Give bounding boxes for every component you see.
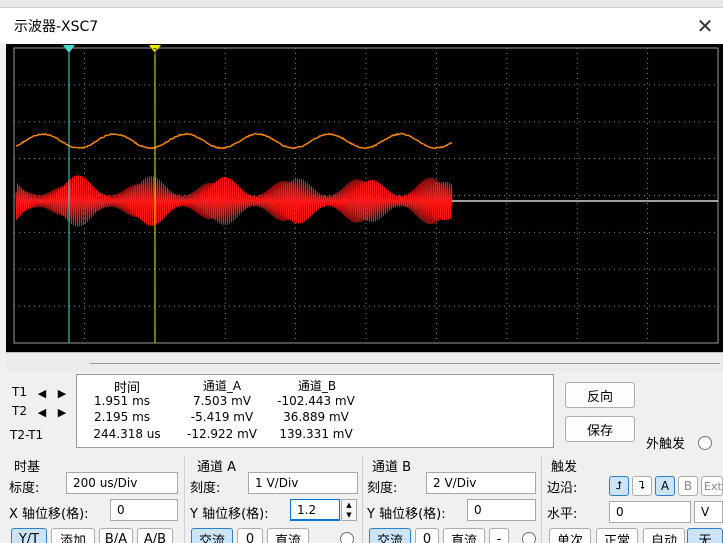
trigger-level-label: 水平: — [547, 503, 577, 522]
close-icon[interactable]: ✕ — [687, 8, 723, 44]
channel-a-zero-button[interactable]: 0 — [237, 528, 263, 543]
channel-a-trace — [16, 134, 452, 149]
t1-time: 1.951 ms — [82, 394, 162, 408]
mode-a-over-b-button[interactable]: A/B — [137, 528, 173, 543]
channel-b-radio[interactable] — [522, 532, 536, 543]
mode-b-over-a-button[interactable]: B/A — [99, 528, 133, 543]
falling-edge-icon[interactable]: ⮧ — [632, 476, 652, 496]
timebase-scale-field[interactable]: 200 us/Div — [66, 472, 178, 494]
channel-a-ypos-label: Y 轴位移(格): — [190, 503, 269, 522]
channel-b-trace — [16, 175, 452, 226]
t2-time: 2.195 ms — [82, 410, 162, 424]
trigger-source-b-button[interactable]: B — [678, 476, 698, 496]
trigger-level-unit[interactable]: V — [694, 501, 723, 523]
top-strip — [0, 0, 723, 8]
channel-a-ypos-field[interactable]: 1.2 — [290, 499, 340, 521]
separator — [541, 456, 542, 543]
t2-left-arrow-icon[interactable]: ◀ — [34, 405, 50, 419]
cursor-t2-marker: 2 — [153, 47, 158, 56]
diff-channel-a: -12.922 mV — [177, 427, 267, 441]
t2-right-arrow-icon[interactable]: ▶ — [54, 405, 70, 419]
channel-b-title: 通道 B — [372, 456, 411, 475]
oscilloscope-window: 示波器-XSC7 ✕ 2 T1 ◀ ▶ T2 ◀ ▶ T2-T1 时间 通道_A… — [0, 0, 723, 543]
rising-edge-icon[interactable]: ⮥ — [609, 476, 629, 496]
channel-b-zero-button[interactable]: 0 — [415, 528, 439, 543]
reverse-button[interactable]: 反向 — [565, 382, 635, 408]
external-trigger-radio[interactable] — [698, 436, 712, 450]
channel-b-scale-field[interactable]: 2 V/Div — [426, 472, 536, 494]
t1-right-arrow-icon[interactable]: ▶ — [54, 386, 70, 400]
t1-channel-b: -102.443 mV — [261, 394, 371, 408]
t2-t1-label: T2-T1 — [10, 428, 43, 442]
t2-channel-a: -5.419 mV — [177, 410, 267, 424]
trigger-normal-button[interactable]: 正常 — [596, 528, 638, 543]
trigger-edge-label: 边沿: — [547, 477, 577, 496]
t2-label: T2 — [12, 404, 27, 418]
trigger-title: 触发 — [551, 456, 577, 475]
mode-add-button[interactable]: 添加 — [51, 528, 95, 543]
x-position-label: X 轴位移(格): — [9, 503, 89, 522]
diff-time: 244.318 us — [82, 427, 172, 441]
channel-b-scale-label: 刻度: — [367, 477, 397, 496]
header-channel-b: 通道_B — [267, 377, 367, 394]
channel-b-ypos-label: Y 轴位移(格): — [367, 503, 446, 522]
t1-channel-a: 7.503 mV — [177, 394, 267, 408]
channel-b-ypos-field[interactable]: 0 — [467, 499, 536, 521]
channel-a-ypos-spinner[interactable]: ▲ ▼ — [341, 499, 357, 521]
spin-up-icon[interactable]: ▲ — [342, 500, 356, 510]
channel-b-dc-button[interactable]: 直流 — [443, 528, 485, 543]
channel-a-dc-button[interactable]: 直流 — [267, 528, 309, 543]
separator — [362, 456, 363, 543]
splitter-line — [90, 363, 720, 364]
save-button[interactable]: 保存 — [565, 416, 635, 442]
trigger-none-button[interactable]: 无 — [687, 528, 723, 543]
x-position-field[interactable]: 0 — [110, 499, 178, 521]
title-bar: 示波器-XSC7 ✕ — [0, 8, 723, 44]
channel-a-ac-button[interactable]: 交流 — [191, 528, 233, 543]
trigger-auto-button[interactable]: 自动 — [643, 528, 685, 543]
channel-a-scale-label: 刻度: — [190, 477, 220, 496]
separator — [184, 456, 185, 543]
channel-b-minus-button[interactable]: - — [489, 528, 509, 543]
cursor-readout-table: 时间 通道_A 通道_B 1.951 ms 7.503 mV -102.443 … — [76, 374, 554, 448]
external-trigger-label: 外触发 — [646, 433, 685, 452]
window-title: 示波器-XSC7 — [14, 16, 98, 36]
mode-yt-button[interactable]: Y/T — [11, 528, 47, 543]
cursor-t1-handle — [63, 45, 75, 53]
channel-b-ac-button[interactable]: 交流 — [369, 528, 411, 543]
trigger-level-field[interactable]: 0 — [609, 501, 691, 523]
channel-a-radio[interactable] — [340, 532, 354, 543]
timebase-title: 时基 — [14, 456, 40, 475]
spin-down-icon[interactable]: ▼ — [342, 510, 356, 520]
t2-channel-b: 36.889 mV — [261, 410, 371, 424]
splitter-bar[interactable] — [6, 352, 723, 372]
trigger-single-button[interactable]: 单次 — [549, 528, 591, 543]
scope-display[interactable]: 2 — [6, 44, 723, 352]
channel-a-scale-field[interactable]: 1 V/Div — [248, 472, 358, 494]
trigger-source-ext-button[interactable]: Ext — [701, 476, 723, 496]
timebase-scale-label: 标度: — [9, 477, 39, 496]
diff-channel-b: 139.331 mV — [261, 427, 371, 441]
header-channel-a: 通道_A — [177, 377, 267, 394]
t1-label: T1 — [12, 385, 27, 399]
trigger-source-a-button[interactable]: A — [655, 476, 675, 496]
channel-a-title: 通道 A — [197, 456, 236, 475]
t1-left-arrow-icon[interactable]: ◀ — [34, 386, 50, 400]
